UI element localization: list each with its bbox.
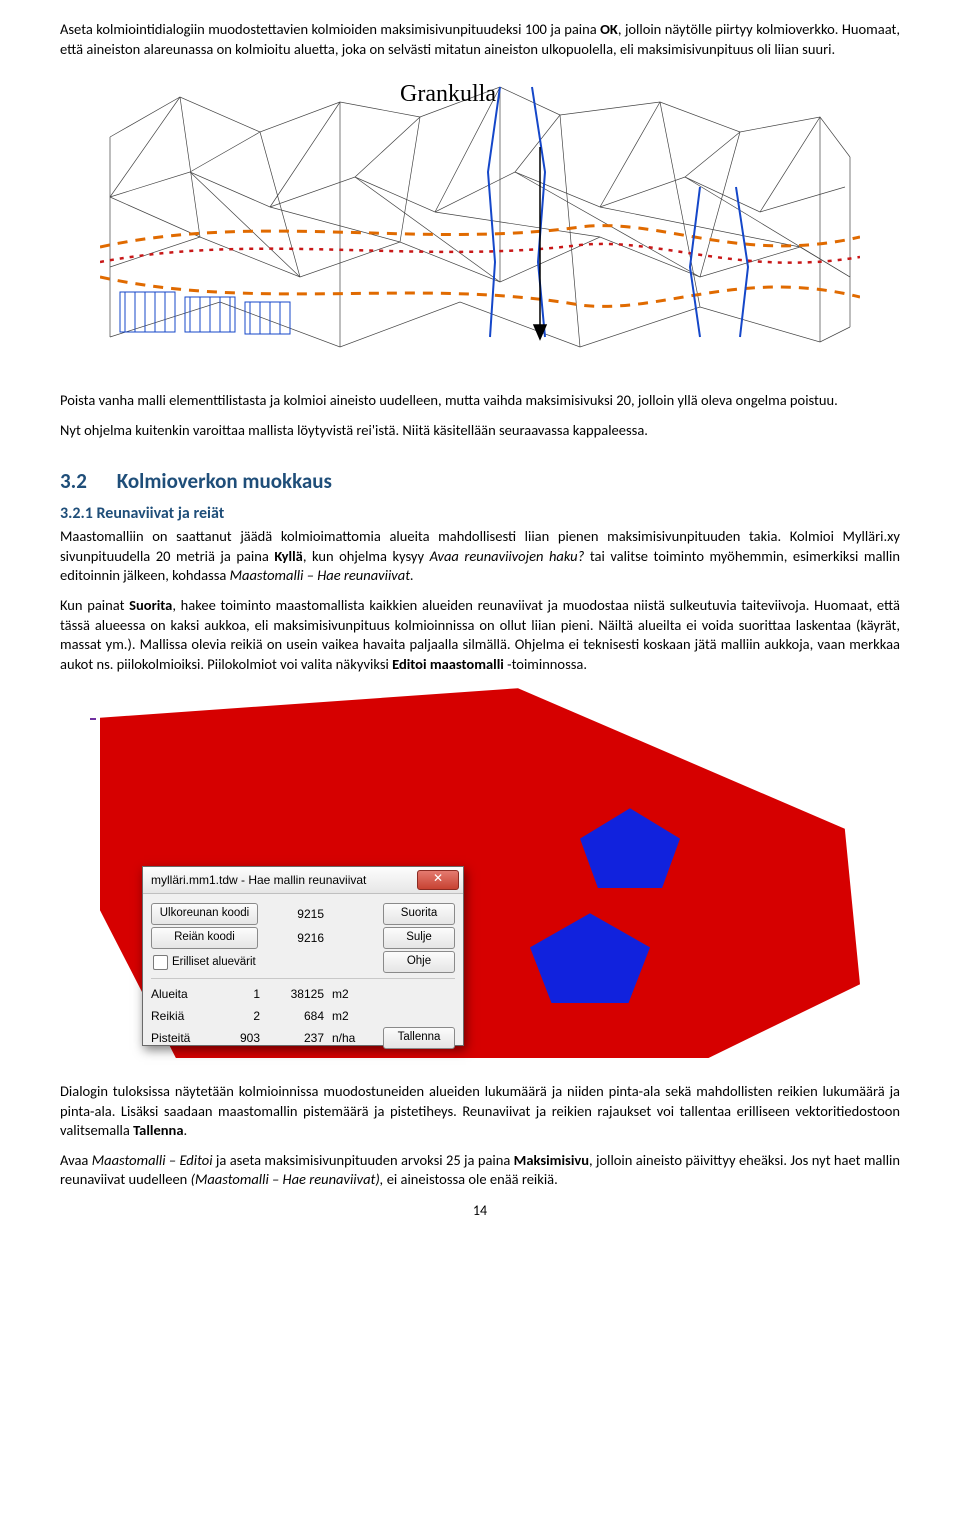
stat-value: 1 — [210, 987, 260, 1001]
stat-value: 237 — [264, 1031, 324, 1045]
figure-holes: mylläri.mm1.tdw - Hae mallin reunaviivat… — [100, 688, 860, 1058]
reian-koodi-value: 9216 — [264, 931, 324, 945]
close-icon[interactable]: ✕ — [417, 870, 459, 890]
ulkoreunan-koodi-value: 9215 — [264, 907, 324, 921]
text: Aseta kolmiointidialogiin muodostettavie… — [60, 20, 900, 58]
stat-value: 38125 — [264, 987, 324, 1001]
dialog-titlebar[interactable]: mylläri.mm1.tdw - Hae mallin reunaviivat… — [143, 867, 463, 894]
dialog-hae-reunaviivat: mylläri.mm1.tdw - Hae mallin reunaviivat… — [142, 866, 464, 1046]
checkbox-box — [153, 955, 168, 970]
checkbox-label: Erilliset aluevärit — [172, 956, 256, 968]
text: Dialogin tuloksissa näytetään kolmioinni… — [60, 1082, 900, 1139]
text: Kun painat Suorita, hakee toiminto maast… — [60, 596, 900, 673]
stat-value: 2 — [210, 1009, 260, 1023]
section-number: 3.2 — [60, 468, 112, 494]
stat-label: Reikiä — [151, 1009, 206, 1023]
paragraph: Aseta kolmiointidialogiin muodostettavie… — [60, 20, 900, 59]
page-number: 14 — [60, 1202, 900, 1219]
stat-unit: m2 — [328, 987, 367, 1001]
ohje-button[interactable]: Ohje — [383, 951, 455, 973]
figure-label: Grankulla — [400, 81, 496, 108]
paragraph: Nyt ohjelma kuitenkin varoittaa mallista… — [60, 421, 900, 441]
figure-mesh: Grankulla — [100, 77, 860, 367]
paragraph: Dialogin tuloksissa näytetään kolmioinni… — [60, 1082, 900, 1141]
paragraph: Poista vanha malli elementtilistasta ja … — [60, 391, 900, 411]
ulkoreunan-koodi-button[interactable]: Ulkoreunan koodi — [151, 903, 258, 925]
reian-koodi-button[interactable]: Reiän koodi — [151, 927, 258, 949]
text: Maastomalliin on saattanut jäädä kolmioi… — [60, 527, 900, 584]
erilliset-aluevarit-checkbox[interactable]: Erilliset aluevärit — [151, 952, 258, 972]
stat-value: 684 — [264, 1009, 324, 1023]
suorita-button[interactable]: Suorita — [383, 903, 455, 925]
stat-label: Pisteitä — [151, 1031, 206, 1045]
dialog-title: mylläri.mm1.tdw - Hae mallin reunaviivat — [151, 873, 417, 887]
paragraph: Maastomalliin on saattanut jäädä kolmioi… — [60, 527, 900, 586]
stat-value: 903 — [210, 1031, 260, 1045]
section-title: Kolmioverkon muokkaus — [117, 468, 332, 494]
subsection-heading: 3.2.1 Reunaviivat ja reiät — [60, 504, 900, 523]
paragraph: Kun painat Suorita, hakee toiminto maast… — [60, 596, 900, 674]
stat-unit: n/ha — [328, 1031, 367, 1045]
mesh-svg — [100, 77, 860, 367]
paragraph: Avaa Maastomalli – Editoi ja aseta maksi… — [60, 1151, 900, 1190]
stat-unit: m2 — [328, 1009, 367, 1023]
sulje-button[interactable]: Sulje — [383, 927, 455, 949]
section-heading: 3.2 Kolmioverkon muokkaus — [60, 468, 900, 494]
text: Avaa Maastomalli – Editoi ja aseta maksi… — [60, 1151, 900, 1189]
tallenna-button[interactable]: Tallenna — [383, 1027, 455, 1049]
stat-label: Alueita — [151, 987, 206, 1001]
